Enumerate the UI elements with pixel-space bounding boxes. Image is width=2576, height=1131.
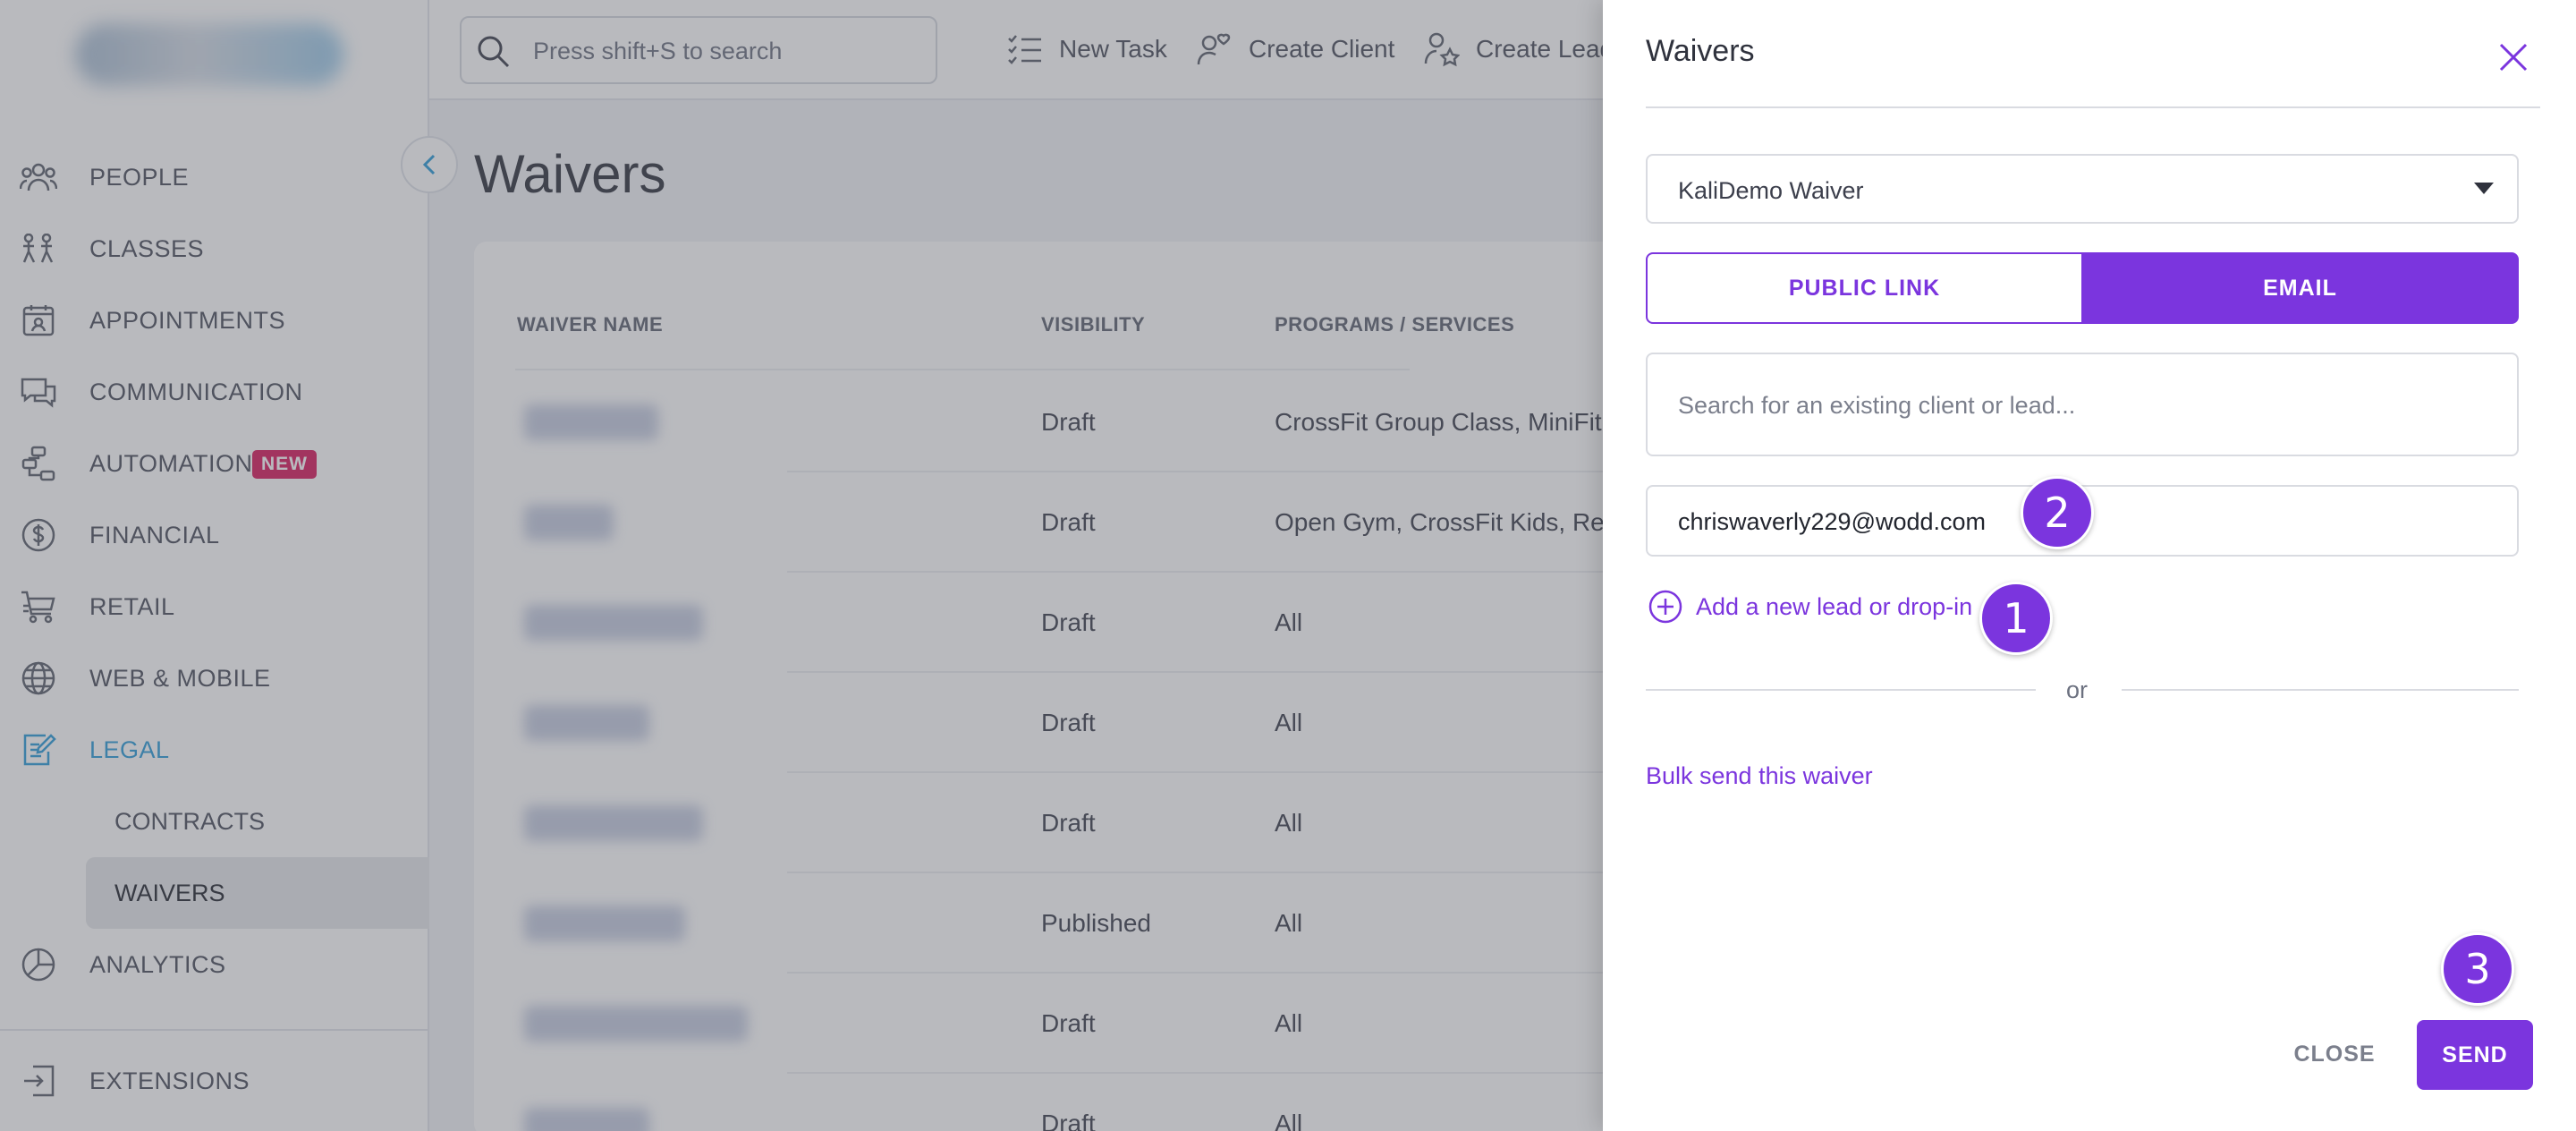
add-lead-link[interactable]: Add a new lead or drop-in bbox=[1648, 587, 1972, 626]
email-value: chriswaverly229@wodd.com bbox=[1678, 508, 1987, 535]
drawer-title: Waivers bbox=[1646, 34, 1755, 68]
or-divider-left bbox=[1646, 689, 2036, 691]
waiver-select-value: KaliDemo Waiver bbox=[1678, 177, 1864, 204]
plus-circle-icon bbox=[1648, 590, 1682, 624]
close-icon bbox=[2499, 43, 2528, 72]
or-label: or bbox=[2066, 676, 2089, 703]
close-button[interactable]: CLOSE bbox=[2283, 1020, 2386, 1088]
waiver-select[interactable]: KaliDemo Waiver bbox=[1646, 154, 2519, 224]
bulk-send-link[interactable]: Bulk send this waiver bbox=[1646, 762, 1873, 790]
send-mode-toggle: PUBLIC LINK EMAIL bbox=[1646, 252, 2519, 324]
step-badge-3: 3 bbox=[2441, 932, 2514, 1006]
client-search-input[interactable]: Search for an existing client or lead... bbox=[1646, 353, 2519, 456]
tab-public-link[interactable]: PUBLIC LINK bbox=[1646, 252, 2083, 324]
header-divider bbox=[1646, 106, 2540, 108]
step-badge-1: 1 bbox=[1979, 582, 2053, 655]
drawer-close-button[interactable] bbox=[2492, 36, 2535, 79]
or-divider-right bbox=[2122, 689, 2519, 691]
step-badge-2: 2 bbox=[2021, 476, 2094, 549]
client-search-placeholder: Search for an existing client or lead... bbox=[1678, 392, 2076, 419]
tab-email[interactable]: EMAIL bbox=[2081, 252, 2519, 324]
waivers-drawer: Waivers KaliDemo Waiver PUBLIC LINK EMAI… bbox=[1603, 0, 2576, 1131]
send-button[interactable]: SEND bbox=[2417, 1020, 2533, 1090]
add-lead-label: Add a new lead or drop-in bbox=[1696, 592, 1973, 620]
caret-down-icon bbox=[2474, 183, 2494, 194]
